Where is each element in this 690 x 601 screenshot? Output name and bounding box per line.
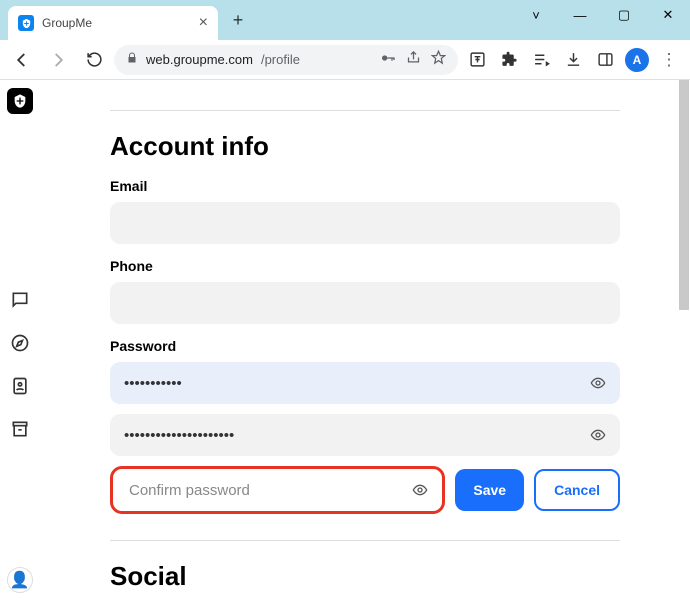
playlist-icon[interactable] — [526, 44, 556, 76]
current-password-field[interactable] — [110, 362, 620, 404]
dropdown-icon[interactable]: ˅ — [514, 0, 558, 30]
section-divider — [110, 540, 620, 541]
window-titlebar: GroupMe × + ˅ — ▢ ✕ — [0, 0, 690, 40]
page-body: 👤 Account info Email Phone Password Save… — [0, 80, 690, 601]
discover-icon[interactable] — [10, 333, 30, 358]
url-field[interactable]: web.groupme.com/profile — [114, 45, 458, 75]
main-content: Account info Email Phone Password Save C… — [40, 80, 690, 601]
browser-tab[interactable]: GroupMe × — [8, 6, 218, 40]
eye-icon[interactable] — [412, 482, 428, 498]
eye-icon[interactable] — [590, 375, 606, 391]
forward-button[interactable] — [42, 44, 74, 76]
social-heading: Social — [110, 561, 620, 592]
maximize-button[interactable]: ▢ — [602, 0, 646, 30]
extensions-icon[interactable] — [494, 44, 524, 76]
scrollbar-thumb[interactable] — [679, 80, 689, 310]
sidepanel-icon[interactable] — [590, 44, 620, 76]
email-field[interactable] — [110, 202, 620, 244]
new-tab-button[interactable]: + — [224, 6, 252, 34]
eye-icon[interactable] — [590, 427, 606, 443]
star-icon[interactable] — [431, 50, 446, 69]
url-domain: web.groupme.com — [146, 52, 253, 67]
lock-icon — [126, 52, 138, 67]
download-icon[interactable] — [558, 44, 588, 76]
minimize-button[interactable]: — — [558, 0, 602, 30]
url-path: /profile — [261, 52, 300, 67]
account-info-heading: Account info — [110, 131, 620, 162]
address-bar: web.groupme.com/profile A ⋮ — [0, 40, 690, 80]
new-password-field[interactable] — [110, 414, 620, 456]
groupme-logo-icon[interactable] — [7, 88, 33, 114]
groupme-favicon — [18, 15, 34, 31]
key-icon[interactable] — [380, 50, 396, 69]
confirm-password-field[interactable] — [115, 471, 440, 509]
left-rail: 👤 — [0, 80, 40, 601]
url-right-icons — [380, 50, 446, 69]
back-button[interactable] — [6, 44, 38, 76]
tab-strip: GroupMe × + — [0, 0, 252, 40]
email-label: Email — [110, 178, 620, 194]
share-icon[interactable] — [406, 50, 421, 69]
tab-title: GroupMe — [42, 16, 92, 30]
cancel-button[interactable]: Cancel — [534, 469, 620, 511]
close-tab-icon[interactable]: × — [199, 14, 208, 32]
profile-button[interactable]: A — [622, 44, 652, 76]
user-avatar-icon[interactable]: 👤 — [7, 567, 33, 593]
reload-button[interactable] — [78, 44, 110, 76]
contacts-icon[interactable] — [10, 376, 30, 401]
save-button[interactable]: Save — [455, 469, 524, 511]
translate-icon[interactable] — [462, 44, 492, 76]
archive-icon[interactable] — [10, 419, 30, 444]
confirm-password-highlight — [110, 466, 445, 514]
profile-initial: A — [625, 48, 649, 72]
chats-icon[interactable] — [10, 290, 30, 315]
phone-field[interactable] — [110, 282, 620, 324]
window-controls: ˅ — ▢ ✕ — [514, 0, 690, 30]
kebab-menu-icon[interactable]: ⋮ — [654, 44, 684, 76]
close-window-button[interactable]: ✕ — [646, 0, 690, 30]
phone-label: Phone — [110, 258, 620, 274]
section-divider — [110, 110, 620, 111]
password-label: Password — [110, 338, 620, 354]
